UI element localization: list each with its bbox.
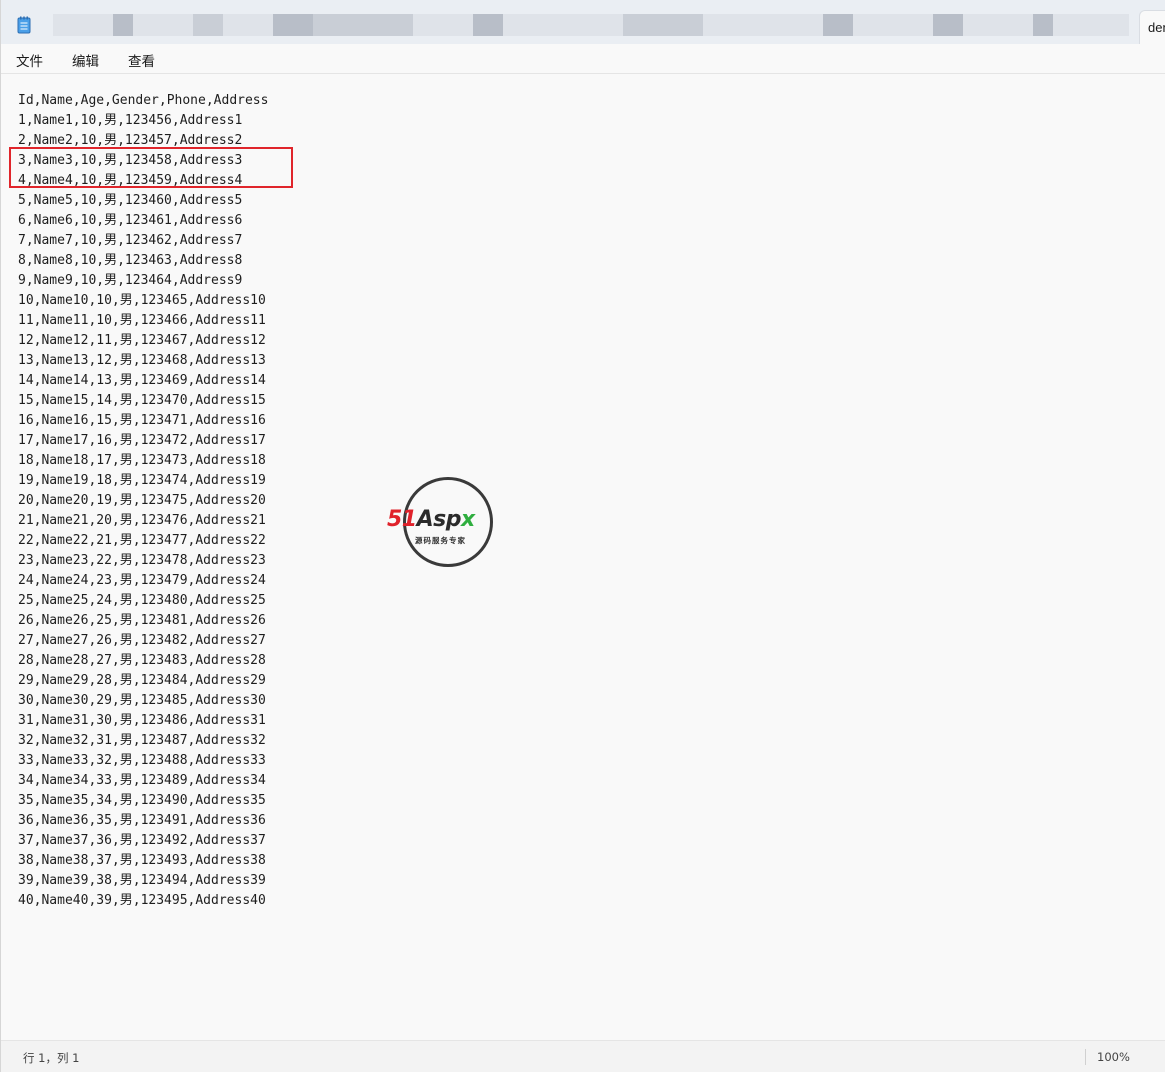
redacted-title	[133, 14, 193, 36]
redacted-title	[963, 14, 1033, 36]
text-line[interactable]: 40,Name40,39,男,123495,Address40	[18, 891, 268, 911]
redacted-title	[703, 14, 823, 36]
watermark-brand-x: x	[461, 507, 475, 532]
text-line[interactable]: 9,Name9,10,男,123464,Address9	[18, 271, 268, 291]
text-line[interactable]: 30,Name30,29,男,123485,Address30	[18, 691, 268, 711]
text-line[interactable]: 26,Name26,25,男,123481,Address26	[18, 611, 268, 631]
menu-file[interactable]: 文件	[16, 50, 43, 70]
text-line[interactable]: 1,Name1,10,男,123456,Address1	[18, 111, 268, 131]
watermark-brand-asp: Asp	[416, 507, 462, 532]
text-line[interactable]: 18,Name18,17,男,123473,Address18	[18, 451, 268, 471]
menu-view[interactable]: 查看	[128, 50, 155, 70]
document-text[interactable]: Id,Name,Age,Gender,Phone,Address 1,Name1,…	[18, 91, 268, 911]
file-tab-label: dem	[1148, 20, 1165, 35]
redacted-title	[113, 14, 133, 36]
notepad-icon	[17, 16, 31, 34]
header-line[interactable]: Id,Name,Age,Gender,Phone,Address	[18, 91, 268, 111]
redacted-title	[1033, 14, 1053, 36]
text-line[interactable]: 16,Name16,15,男,123471,Address16	[18, 411, 268, 431]
status-bar: 行 1，列 1 100%	[1, 1040, 1165, 1072]
text-line[interactable]: 17,Name17,16,男,123472,Address17	[18, 431, 268, 451]
text-line[interactable]: 13,Name13,12,男,123468,Address13	[18, 351, 268, 371]
text-line[interactable]: 6,Name6,10,男,123461,Address6	[18, 211, 268, 231]
cursor-position: 行 1，列 1	[23, 1051, 80, 1065]
header-highlight-box	[9, 147, 293, 188]
text-line[interactable]: 25,Name25,24,男,123480,Address25	[18, 591, 268, 611]
redacted-title	[623, 14, 703, 36]
text-line[interactable]: 11,Name11,10,男,123466,Address11	[18, 311, 268, 331]
text-line[interactable]: 14,Name14,13,男,123469,Address14	[18, 371, 268, 391]
text-editor[interactable]: Id,Name,Age,Gender,Phone,Address 1,Name1,…	[1, 75, 1165, 1037]
text-line[interactable]: 8,Name8,10,男,123463,Address8	[18, 251, 268, 271]
redacted-title	[823, 14, 853, 36]
text-line[interactable]: 15,Name15,14,男,123470,Address15	[18, 391, 268, 411]
redacted-title	[933, 14, 963, 36]
text-line[interactable]: 39,Name39,38,男,123494,Address39	[18, 871, 268, 891]
text-line[interactable]: 27,Name27,26,男,123482,Address27	[18, 631, 268, 651]
text-line[interactable]: 29,Name29,28,男,123484,Address29	[18, 671, 268, 691]
text-line[interactable]: 20,Name20,19,男,123475,Address20	[18, 491, 268, 511]
redacted-title	[503, 14, 623, 36]
notepad-window: dem 文件 编辑 查看 Id,Name,Age,Gender,Phone,Ad…	[0, 0, 1165, 1072]
redacted-title	[853, 14, 933, 36]
redacted-title	[473, 14, 503, 36]
text-line[interactable]: 38,Name38,37,男,123493,Address38	[18, 851, 268, 871]
redacted-title	[1053, 14, 1129, 36]
text-line[interactable]: 31,Name31,30,男,123486,Address31	[18, 711, 268, 731]
redacted-title	[413, 14, 473, 36]
menu-edit[interactable]: 编辑	[72, 50, 99, 70]
watermark-tagline: 源码服务专家	[415, 536, 466, 545]
redacted-title	[53, 14, 113, 36]
text-line[interactable]: 28,Name28,27,男,123483,Address28	[18, 651, 268, 671]
text-line[interactable]: 37,Name37,36,男,123492,Address37	[18, 831, 268, 851]
watermark-logo: 51Aspx 源码服务专家	[387, 477, 515, 569]
text-line[interactable]: 35,Name35,34,男,123490,Address35	[18, 791, 268, 811]
watermark-brand: 51Aspx	[387, 507, 475, 532]
text-line[interactable]: 12,Name12,11,男,123467,Address12	[18, 331, 268, 351]
watermark-brand-51: 51	[387, 507, 417, 532]
status-divider	[1085, 1049, 1086, 1065]
redacted-title	[223, 14, 273, 36]
text-line[interactable]: 36,Name36,35,男,123491,Address36	[18, 811, 268, 831]
text-line[interactable]: 5,Name5,10,男,123460,Address5	[18, 191, 268, 211]
zoom-level[interactable]: 100%	[1097, 1050, 1130, 1064]
redacted-title	[313, 14, 413, 36]
file-tab[interactable]: dem	[1139, 10, 1165, 44]
redacted-title	[193, 14, 223, 36]
text-line[interactable]: 21,Name21,20,男,123476,Address21	[18, 511, 268, 531]
text-line[interactable]: 24,Name24,23,男,123479,Address24	[18, 571, 268, 591]
text-line[interactable]: 23,Name23,22,男,123478,Address23	[18, 551, 268, 571]
text-line[interactable]: 22,Name22,21,男,123477,Address22	[18, 531, 268, 551]
text-line[interactable]: 10,Name10,10,男,123465,Address10	[18, 291, 268, 311]
text-line[interactable]: 19,Name19,18,男,123474,Address19	[18, 471, 268, 491]
title-bar[interactable]: dem	[1, 0, 1165, 44]
text-line[interactable]: 33,Name33,32,男,123488,Address33	[18, 751, 268, 771]
text-line[interactable]: 32,Name32,31,男,123487,Address32	[18, 731, 268, 751]
redacted-title	[273, 14, 313, 36]
menu-bar: 文件 编辑 查看	[1, 44, 1165, 74]
text-line[interactable]: 34,Name34,33,男,123489,Address34	[18, 771, 268, 791]
text-line[interactable]: 7,Name7,10,男,123462,Address7	[18, 231, 268, 251]
